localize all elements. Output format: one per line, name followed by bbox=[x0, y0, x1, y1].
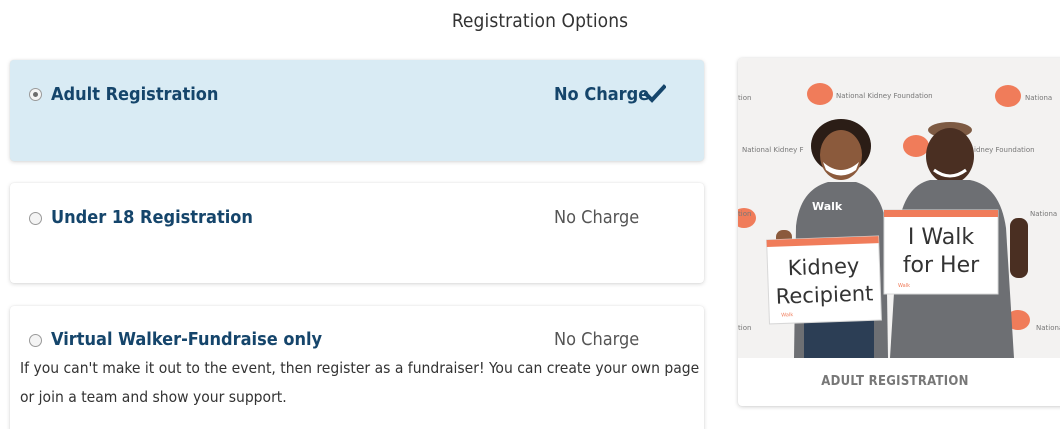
backdrop-text: National Kidney Foundation bbox=[836, 92, 933, 100]
svg-text:Walk: Walk bbox=[781, 312, 793, 318]
option-under-18-registration[interactable]: Under 18 Registration No Charge bbox=[10, 183, 704, 283]
sign-right-line1: I Walk bbox=[908, 225, 974, 250]
radio-adult-registration[interactable] bbox=[29, 88, 42, 101]
option-label: Adult Registration bbox=[51, 84, 219, 105]
radio-virtual-walker-fundraise[interactable] bbox=[29, 334, 42, 347]
svg-text:Walk: Walk bbox=[812, 200, 843, 213]
sign-left-line2: Recipient bbox=[775, 281, 873, 308]
option-adult-registration[interactable]: Adult Registration No Charge bbox=[10, 60, 704, 161]
option-price: No Charge bbox=[554, 84, 650, 105]
registration-photo: National Kidney Foundation Nationa Natio… bbox=[738, 58, 1060, 358]
option-label: Under 18 Registration bbox=[51, 207, 253, 228]
svg-text:Nationa: Nationa bbox=[1025, 94, 1052, 102]
svg-text:tion: tion bbox=[738, 324, 751, 332]
sign-right-line2: for Her bbox=[903, 253, 980, 278]
option-label: Virtual Walker-Fundraise only bbox=[51, 329, 323, 350]
card-caption: ADULT REGISTRATION bbox=[821, 374, 969, 389]
option-description: If you can't make it out to the event, t… bbox=[20, 359, 700, 406]
svg-text:Nationa: Nationa bbox=[1036, 324, 1060, 332]
svg-text:National Kidney F: National Kidney F bbox=[742, 146, 804, 154]
radio-under-18-registration[interactable] bbox=[29, 212, 42, 225]
svg-text:idney Foundation: idney Foundation bbox=[974, 146, 1035, 154]
registration-image-card[interactable]: National Kidney Foundation Nationa Natio… bbox=[738, 58, 1060, 406]
option-price: No Charge bbox=[554, 329, 640, 350]
svg-text:Walk: Walk bbox=[898, 283, 910, 289]
option-price: No Charge bbox=[554, 207, 640, 228]
svg-text:tion: tion bbox=[738, 94, 751, 102]
sign-left-line1: Kidney bbox=[787, 254, 859, 280]
svg-text:Nationa: Nationa bbox=[1030, 210, 1057, 218]
option-virtual-walker-fundraise[interactable]: Virtual Walker-Fundraise only No Charge … bbox=[10, 306, 704, 429]
page-title: Registration Options bbox=[451, 10, 629, 32]
svg-text:tion: tion bbox=[738, 210, 751, 218]
check-icon bbox=[644, 84, 666, 103]
